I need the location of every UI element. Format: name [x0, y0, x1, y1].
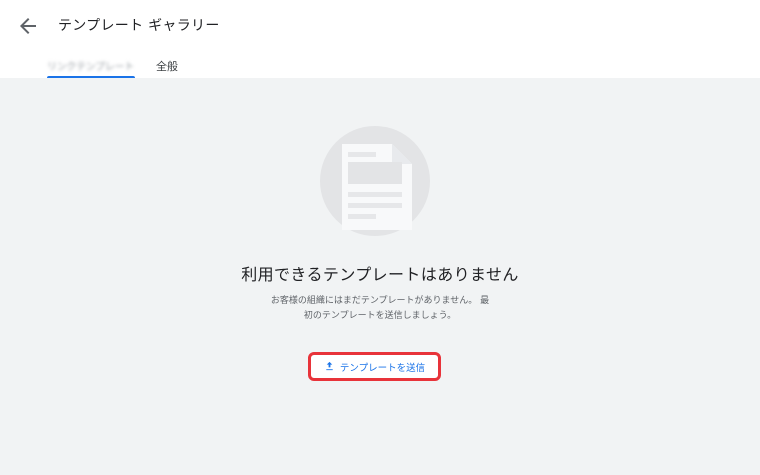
empty-state-description: お客様の組織にはまだテンプレートがありません。 最初のテンプレートを送信しましょ…	[270, 296, 490, 321]
arrow-left-icon	[20, 18, 36, 34]
back-button[interactable]	[16, 14, 40, 38]
main-content: 利用できるテンプレートはありません お客様の組織にはまだテンプレートがありません…	[0, 78, 760, 475]
document-icon	[320, 126, 430, 236]
tab-general[interactable]: 全般	[156, 58, 178, 78]
empty-state-title: 利用できるテンプレートはありません	[241, 265, 519, 284]
header: テンプレート ギャラリー	[0, 0, 760, 52]
page-title: テンプレート ギャラリー	[58, 18, 220, 34]
tab-label-blurred: リンクテンプレート	[47, 62, 134, 73]
submit-template-label: テンプレートを送信	[339, 362, 426, 374]
tab-blurred[interactable]: リンクテンプレート	[47, 58, 135, 78]
highlight-box: テンプレートを送信	[308, 352, 441, 381]
upload-icon	[326, 361, 333, 371]
submit-template-button[interactable]: テンプレートを送信	[313, 357, 436, 376]
tab-bar: リンクテンプレート 全般	[0, 52, 760, 78]
